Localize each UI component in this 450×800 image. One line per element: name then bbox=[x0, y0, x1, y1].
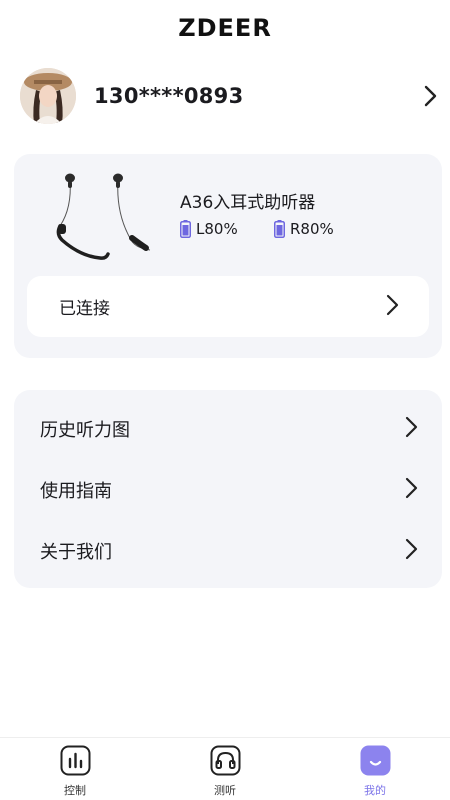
tab-label: 控制 bbox=[64, 784, 86, 797]
headphones-icon bbox=[210, 745, 241, 776]
app-title: ZDEER bbox=[178, 14, 272, 42]
bottom-tab-bar: 控制 测听 我的 bbox=[0, 737, 450, 800]
tab-mine[interactable]: 我的 bbox=[300, 738, 450, 800]
tab-hearing-test[interactable]: 测听 bbox=[150, 738, 300, 800]
connection-status-row[interactable]: 已连接 bbox=[27, 276, 429, 337]
connection-status-label: 已连接 bbox=[59, 299, 110, 319]
chevron-right-icon bbox=[404, 416, 418, 442]
bar-chart-icon bbox=[60, 745, 91, 776]
tab-label: 测听 bbox=[214, 784, 236, 797]
menu-item-about-us[interactable]: 关于我们 bbox=[14, 520, 442, 581]
battery-left-text: L80% bbox=[196, 220, 238, 238]
avatar[interactable] bbox=[20, 68, 76, 124]
battery-left: L80% bbox=[180, 220, 238, 238]
menu-item-hearing-history[interactable]: 历史听力图 bbox=[14, 398, 442, 459]
phone-number: 130****0893 bbox=[94, 84, 244, 108]
tab-control[interactable]: 控制 bbox=[0, 738, 150, 800]
earphone-image bbox=[50, 168, 162, 264]
menu-item-label: 关于我们 bbox=[40, 541, 112, 563]
battery-right-text: R80% bbox=[290, 220, 334, 238]
profile-row[interactable]: 130****0893 bbox=[20, 66, 440, 126]
chevron-right-icon[interactable] bbox=[420, 84, 440, 108]
menu-card: 历史听力图 使用指南 关于我们 bbox=[14, 390, 442, 588]
smile-icon bbox=[360, 745, 391, 776]
chevron-right-icon bbox=[404, 538, 418, 564]
battery-icon bbox=[180, 220, 191, 238]
menu-item-user-guide[interactable]: 使用指南 bbox=[14, 459, 442, 520]
device-name: A36入耳式助听器 bbox=[180, 193, 316, 213]
device-card: A36入耳式助听器 L80% R80% 已连接 bbox=[14, 154, 442, 358]
menu-item-label: 使用指南 bbox=[40, 480, 112, 502]
chevron-right-icon bbox=[385, 294, 399, 320]
chevron-right-icon bbox=[404, 477, 418, 503]
tab-label: 我的 bbox=[364, 784, 386, 797]
menu-item-label: 历史听力图 bbox=[40, 419, 130, 441]
battery-right: R80% bbox=[274, 220, 334, 238]
battery-icon bbox=[274, 220, 285, 238]
